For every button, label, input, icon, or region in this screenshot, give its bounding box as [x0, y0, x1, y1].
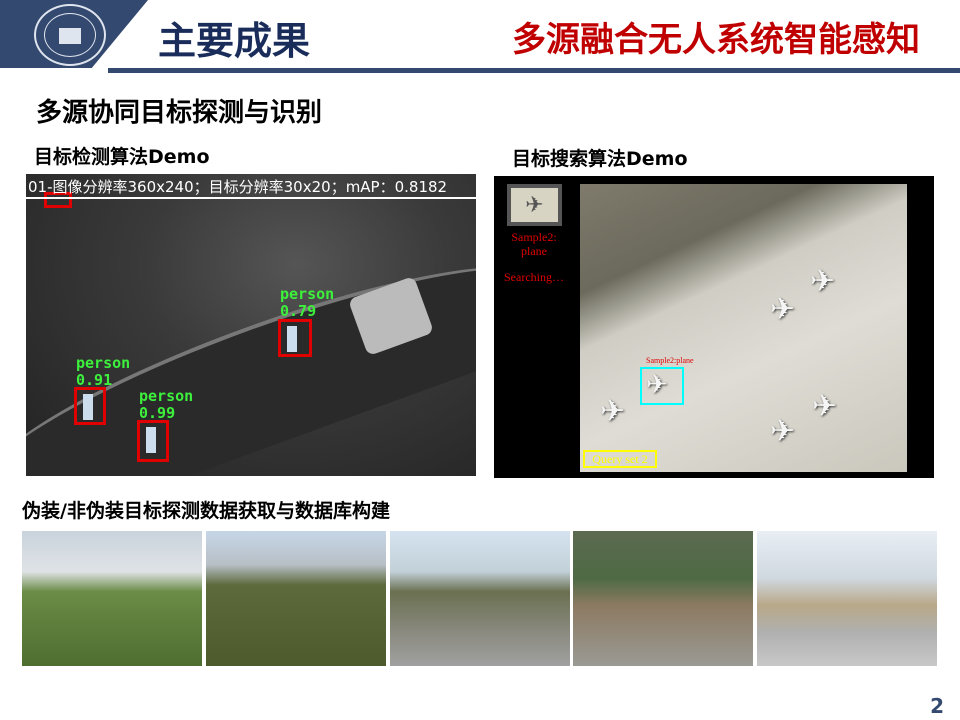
detection-caption: 01-图像分辨率360x240；目标分辨率30x20；mAP：0.8182 [26, 176, 476, 199]
dataset-title: 伪装/非伪装目标探测数据获取与数据库构建 [22, 500, 390, 522]
photo-camouflage-net [390, 531, 570, 666]
photo-team-drone [573, 531, 753, 666]
detection-box [137, 420, 169, 462]
search-label: 目标搜索算法Demo [512, 148, 688, 170]
detection-label-class: person [280, 285, 335, 303]
plane-icon: ✈ [511, 188, 558, 222]
detection-label-score: 0.79 [280, 302, 317, 320]
detection-label-score: 0.99 [139, 404, 176, 422]
page-number: 2 [930, 694, 944, 718]
aerial-airport: ✈ ✈ ✈ ✈ ✈ ✈ Sample2:plane Query set 2 [580, 184, 907, 472]
photo-ghillie-soldier [206, 531, 386, 666]
detection-label-class: person [139, 387, 194, 405]
query-set-label: Query set 2 [583, 450, 657, 468]
plane-icon: ✈ [810, 264, 836, 299]
sample-thumbnail: ✈ [507, 184, 562, 226]
plane-icon: ✈ [770, 292, 796, 327]
road [26, 225, 476, 476]
detection-label: 目标检测算法Demo [34, 146, 210, 168]
search-hit-box [640, 367, 684, 405]
sample-line1: Sample2: [511, 230, 557, 244]
search-demo-image: ✈ Sample2: plane Searching… ✈ ✈ ✈ ✈ ✈ ✈ … [494, 176, 934, 478]
section-title: 多源协同目标探测与识别 [36, 98, 323, 128]
slide-title: 主要成果 [158, 19, 311, 63]
detection-label-class: person [76, 354, 131, 372]
sample-line2: plane [521, 244, 547, 258]
plane-icon: ✈ [812, 389, 838, 424]
plane-icon: ✈ [600, 394, 626, 429]
detection-label-score: 0.91 [76, 371, 113, 389]
detection-box [74, 387, 106, 425]
detection-box [278, 319, 312, 357]
header-divider [108, 68, 960, 73]
slide-subtitle: 多源融合无人系统智能感知 [512, 20, 920, 60]
university-logo [34, 4, 106, 66]
detection-demo-image: 01-图像分辨率360x240；目标分辨率30x20；mAP：0.8182 pe… [26, 174, 476, 476]
plane-icon: ✈ [770, 414, 796, 449]
hit-label: Sample2:plane [646, 356, 694, 365]
search-status: Searching… [504, 270, 564, 284]
photo-camouflaged-vehicle [22, 531, 202, 666]
photo-tank [757, 531, 937, 666]
